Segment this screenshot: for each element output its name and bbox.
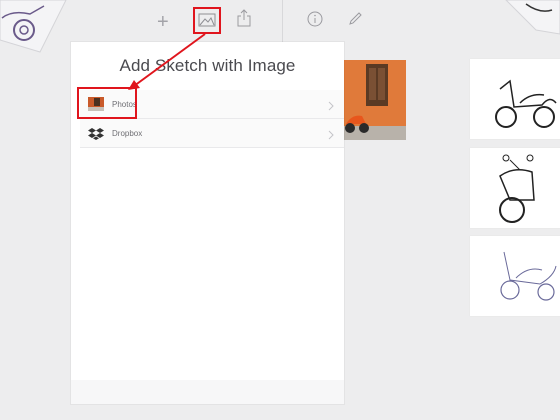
annotation-arrow — [128, 33, 206, 90]
